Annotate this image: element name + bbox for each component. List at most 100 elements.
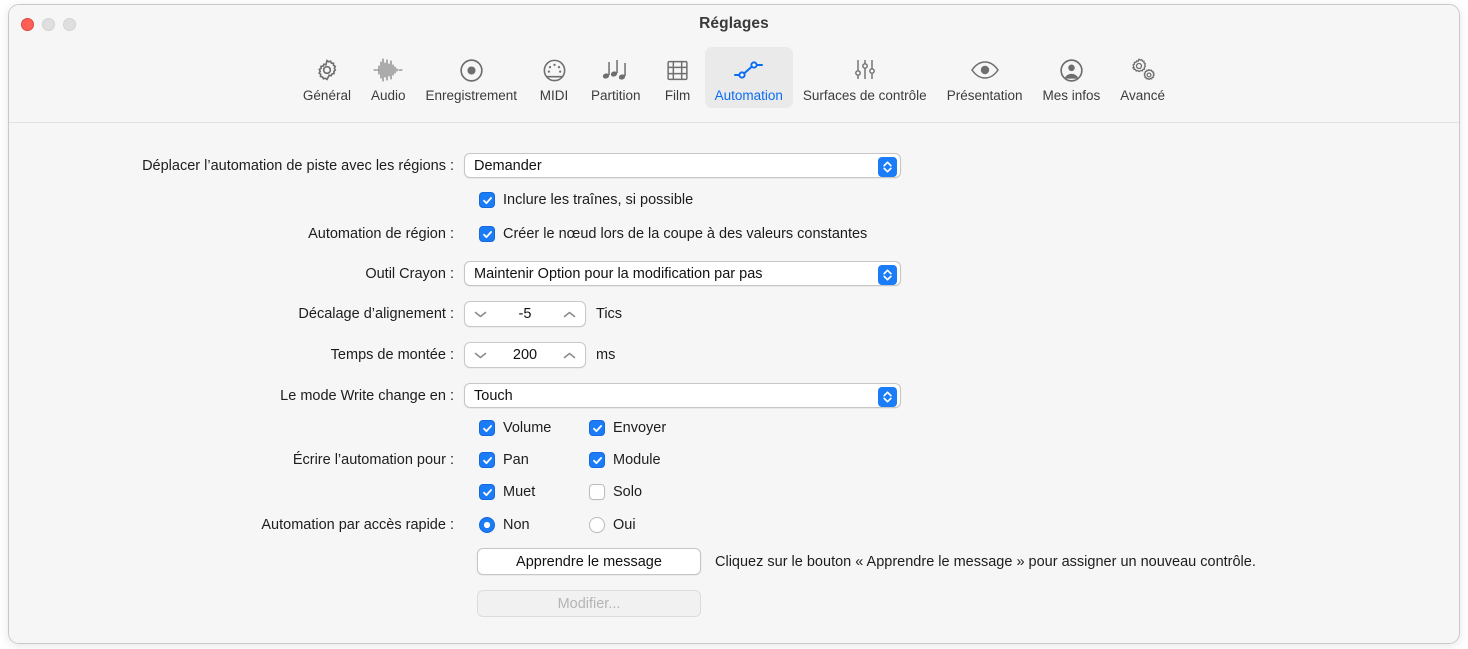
chevron-up-icon[interactable] [563, 351, 576, 360]
chevron-down-icon[interactable] [474, 351, 487, 360]
checkbox-label: Solo [613, 484, 643, 500]
title-bar: Réglages [9, 5, 1459, 45]
checkbox-mute[interactable]: Muet [479, 484, 589, 500]
checkbox-solo[interactable]: Solo [589, 484, 642, 500]
move-track-automation-select[interactable]: Demander [464, 153, 901, 178]
tab-label: Enregistrement [425, 88, 518, 103]
checkbox-pan[interactable]: Pan [479, 452, 589, 468]
chevron-down-icon[interactable] [474, 310, 487, 319]
snap-offset-label: Décalage d’alignement : [298, 306, 454, 322]
midi-port-icon [541, 53, 568, 87]
sliders-icon [853, 53, 877, 87]
snap-offset-stepper[interactable]: -5 [464, 301, 586, 327]
selected-value: Demander [474, 157, 542, 174]
checkbox-label: Envoyer [613, 420, 667, 436]
radio-no[interactable]: Non [479, 517, 589, 533]
checkbox-label: Inclure les traînes, si possible [503, 192, 694, 208]
row-move-track-automation: Déplacer l’automation de piste avec les … [9, 153, 901, 178]
ramp-time-value: 200 [512, 347, 538, 363]
tab-label: MIDI [539, 88, 569, 103]
tab-audio[interactable]: Audio [361, 47, 416, 108]
checkbox-label: Module [613, 452, 661, 468]
include-trails-checkbox[interactable]: Inclure les traînes, si possible [479, 192, 693, 208]
person-icon [1058, 53, 1085, 87]
ramp-time-stepper[interactable]: 200 [464, 342, 586, 368]
checkbox-box [479, 192, 495, 208]
move-track-automation-label: Déplacer l’automation de piste avec les … [142, 157, 454, 174]
record-icon [458, 53, 485, 87]
eye-icon [970, 53, 1000, 87]
radio-yes[interactable]: Oui [589, 517, 636, 533]
tab-label: Film [664, 88, 691, 103]
checkbox-box [479, 420, 495, 436]
tab-label: Avancé [1120, 88, 1166, 103]
snap-offset-unit: Tics [596, 306, 623, 322]
tab-midi[interactable]: MIDI [527, 47, 581, 108]
chevron-updown-icon [878, 386, 897, 407]
region-automation-checkbox[interactable]: Créer le nœud lors de la coupe à des val… [479, 226, 867, 242]
learn-message-help-text: Cliquez sur le bouton « Apprendre le mes… [715, 553, 1256, 570]
checkbox-label: Muet [503, 484, 536, 500]
radio-box [479, 517, 495, 533]
checkbox-volume[interactable]: Volume [479, 420, 589, 436]
checkbox-send[interactable]: Envoyer [589, 420, 666, 436]
pencil-tool-select[interactable]: Maintenir Option pour la modification pa… [464, 261, 901, 286]
settings-toolbar: Général Audio Enregistrement MIDI Partit… [9, 45, 1459, 123]
checkbox-box [479, 452, 495, 468]
radio-label: Non [503, 517, 530, 533]
write-mode-select[interactable]: Touch [464, 383, 901, 408]
tab-control-surfaces[interactable]: Surfaces de contrôle [793, 47, 937, 108]
tab-label: Partition [591, 88, 641, 103]
learn-message-button[interactable]: Apprendre le message [477, 548, 701, 575]
tab-score[interactable]: Partition [581, 47, 651, 108]
tab-film[interactable]: Film [651, 47, 705, 108]
checkbox-box [589, 484, 605, 500]
write-automation-for-label: Écrire l’automation pour : [292, 452, 454, 468]
checkbox-label: Créer le nœud lors de la coupe à des val… [503, 226, 868, 242]
row-pencil-tool: Outil Crayon : Maintenir Option pour la … [9, 261, 901, 286]
film-strip-icon [665, 53, 690, 87]
edit-button[interactable]: Modifier... [477, 590, 701, 617]
tab-recording[interactable]: Enregistrement [415, 47, 527, 108]
checkbox-grid-row: Pan Module [479, 452, 666, 468]
tab-automation[interactable]: Automation [704, 47, 793, 108]
chevron-updown-icon [878, 264, 897, 285]
ramp-time-unit: ms [596, 347, 616, 363]
waveform-icon [373, 53, 403, 87]
tab-display[interactable]: Présentation [937, 47, 1033, 108]
gear-icon [314, 53, 340, 87]
tab-general[interactable]: Général [293, 47, 361, 108]
tab-label: Général [302, 88, 351, 103]
checkbox-label: Pan [503, 452, 529, 468]
checkbox-label: Volume [503, 420, 552, 436]
automation-settings-pane: Déplacer l’automation de piste avec les … [9, 123, 1459, 643]
write-automation-checkbox-grid: Volume Envoyer Pan Module Muet Solo [479, 420, 666, 500]
window-title: Réglages [699, 15, 769, 32]
radio-label: Oui [613, 517, 636, 533]
gears-icon [1128, 53, 1158, 87]
checkbox-plugin[interactable]: Module [589, 452, 661, 468]
row-edit-button: Modifier... [9, 590, 701, 617]
chevron-up-icon[interactable] [563, 310, 576, 319]
music-notes-icon [601, 53, 631, 87]
region-automation-label: Automation de région : [308, 226, 454, 242]
row-include-trails: Inclure les traînes, si possible [9, 192, 693, 208]
tab-advanced[interactable]: Avancé [1110, 47, 1175, 108]
pencil-tool-label: Outil Crayon : [365, 265, 454, 282]
row-write-mode: Le mode Write change en : Touch [9, 383, 901, 408]
write-mode-label: Le mode Write change en : [280, 387, 454, 404]
checkbox-box [479, 484, 495, 500]
tab-label: Automation [714, 88, 783, 103]
row-learn-message: Apprendre le message Cliquez sur le bout… [9, 548, 1256, 575]
row-snap-offset: Décalage d’alignement : -5 Tics [9, 301, 622, 327]
checkbox-grid-row: Volume Envoyer [479, 420, 666, 436]
ramp-time-label: Temps de montée : [330, 347, 454, 363]
checkbox-box [479, 226, 495, 242]
tab-my-info[interactable]: Mes infos [1033, 47, 1111, 108]
tab-label: Mes infos [1042, 88, 1101, 103]
chevron-updown-icon [878, 156, 897, 177]
settings-window: Réglages Général Audio Enregistrement MI… [8, 4, 1460, 644]
tab-label: Présentation [946, 88, 1023, 103]
automation-node-icon [732, 53, 765, 87]
checkbox-grid-row: Muet Solo [479, 484, 666, 500]
